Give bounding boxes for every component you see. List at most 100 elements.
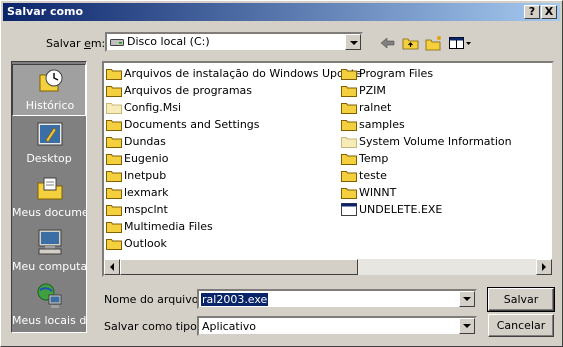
item-label: PZIM [359, 84, 386, 97]
folder-icon [341, 188, 357, 199]
item-label: ralnet [359, 101, 392, 114]
item-label: samples [359, 118, 405, 131]
file-item[interactable]: UNDELETE.EXE [341, 201, 551, 218]
executable-icon [341, 203, 357, 216]
filename-input[interactable]: ral2003.exe [197, 289, 477, 309]
item-label: Config.Msi [124, 101, 182, 114]
folder-item[interactable]: Inetpub [106, 167, 340, 184]
item-label: UNDELETE.EXE [359, 203, 443, 216]
folder-item[interactable]: Outlook [106, 235, 340, 252]
folder-icon [341, 120, 357, 131]
folder-item[interactable]: System Volume Information [341, 133, 551, 150]
filename-label: Nome do arquivo: [104, 293, 203, 306]
scroll-left-button[interactable] [104, 259, 120, 275]
item-label: teste [359, 169, 387, 182]
cancel-button[interactable]: Cancelar [488, 314, 554, 337]
folder-icon [341, 86, 357, 97]
file-list[interactable]: Arquivos de instalação do Windows Update… [102, 61, 554, 277]
help-button[interactable]: ? [524, 5, 540, 19]
place-desktop[interactable]: Desktop [12, 118, 86, 170]
folder-item[interactable]: Dundas [106, 133, 340, 150]
filetype-arrow[interactable] [459, 318, 475, 334]
location-label: Salvar em: [46, 37, 106, 50]
up-folder-icon[interactable] [400, 34, 422, 52]
place-my-computer[interactable]: Meu computa... [12, 226, 86, 278]
folder-icon [106, 120, 122, 131]
place-my-documents[interactable]: Meus docume... [12, 172, 86, 224]
folder-item[interactable]: Config.Msi [106, 99, 340, 116]
item-label: Documents and Settings [124, 118, 260, 131]
folder-icon [341, 171, 357, 182]
filetype-value: Aplicativo [202, 320, 257, 333]
place-history[interactable]: Histórico [12, 64, 86, 116]
folder-item[interactable]: PZIM [341, 82, 551, 99]
item-label: Arquivos de instalação do Windows Update [124, 67, 362, 80]
folder-icon [106, 154, 122, 165]
folder-item[interactable]: lexmark [106, 184, 340, 201]
folder-item[interactable]: Program Files [341, 65, 551, 82]
chevron-left-icon [110, 263, 114, 271]
chevron-right-icon [542, 263, 546, 271]
chevron-down-icon [463, 324, 471, 328]
folder-icon [106, 222, 122, 233]
place-network[interactable]: Meus locais d... [12, 280, 86, 332]
folder-icon [106, 205, 122, 216]
chevron-down-icon[interactable] [345, 34, 361, 50]
hard-drive-icon [110, 39, 124, 46]
folder-item[interactable]: samples [341, 116, 551, 133]
folder-item[interactable]: Eugenio [106, 150, 340, 167]
folder-icon [341, 154, 357, 165]
network-places-icon [37, 283, 62, 308]
file-column-1: Arquivos de instalação do Windows Update… [106, 65, 362, 252]
scroll-thumb[interactable] [120, 259, 358, 275]
filename-history-arrow[interactable] [459, 291, 475, 307]
folder-icon [106, 69, 122, 80]
folder-icon [106, 137, 122, 148]
item-label: Eugenio [124, 152, 169, 165]
scroll-right-button[interactable] [536, 259, 552, 275]
folder-icon [106, 188, 122, 199]
desktop-icon [37, 122, 63, 146]
chevron-down-icon [463, 297, 471, 301]
item-label: System Volume Information [359, 135, 512, 148]
folder-icon [106, 239, 122, 250]
filetype-label: Salvar como tipo: [104, 320, 201, 333]
folder-icon [341, 69, 357, 80]
folder-item[interactable]: ralnet [341, 99, 551, 116]
folder-icon [106, 86, 122, 97]
filename-value: ral2003.exe [201, 293, 269, 306]
item-label: mspclnt [124, 203, 168, 216]
folder-icon [341, 137, 357, 148]
file-column-2: Program Files PZIM ralnet samples System Vol… [341, 65, 551, 218]
horizontal-scrollbar[interactable] [104, 259, 552, 275]
save-button[interactable]: Salvar [487, 287, 555, 312]
item-label: Arquivos de programas [124, 84, 253, 97]
folder-item[interactable]: Arquivos de instalação do Windows Update [106, 65, 362, 82]
folder-item[interactable]: teste [341, 167, 551, 184]
folder-item[interactable]: WINNT [341, 184, 551, 201]
save-as-dialog: Salvar como ? X Salvar em: Disco local (… [0, 0, 563, 347]
close-button[interactable]: X [541, 5, 557, 19]
back-arrow-icon[interactable] [377, 34, 399, 52]
item-label: lexmark [124, 186, 169, 199]
new-folder-icon[interactable] [423, 34, 445, 52]
folder-item[interactable]: mspclnt [106, 201, 340, 218]
folder-item[interactable]: Multimedia Files [106, 218, 340, 235]
item-label: Temp [359, 152, 389, 165]
view-menu-icon[interactable] [447, 34, 473, 52]
item-label: WINNT [359, 186, 397, 199]
title-bar: Salvar como ? X [3, 3, 560, 21]
history-icon [39, 69, 63, 92]
location-dropdown[interactable]: Disco local (C:) [105, 32, 363, 52]
item-label: Outlook [124, 237, 167, 250]
item-label: Program Files [359, 67, 434, 80]
filetype-dropdown[interactable]: Aplicativo [197, 316, 477, 336]
folder-icon [106, 171, 122, 182]
places-bar: Histórico Desktop Meus docume... [11, 61, 87, 333]
folder-item[interactable]: Documents and Settings [106, 116, 340, 133]
folder-item[interactable]: Temp [341, 150, 551, 167]
folder-item[interactable]: Arquivos de programas [106, 82, 340, 99]
item-label: Inetpub [124, 169, 167, 182]
item-label: Multimedia Files [124, 220, 213, 233]
location-value: Disco local (C:) [127, 35, 210, 48]
